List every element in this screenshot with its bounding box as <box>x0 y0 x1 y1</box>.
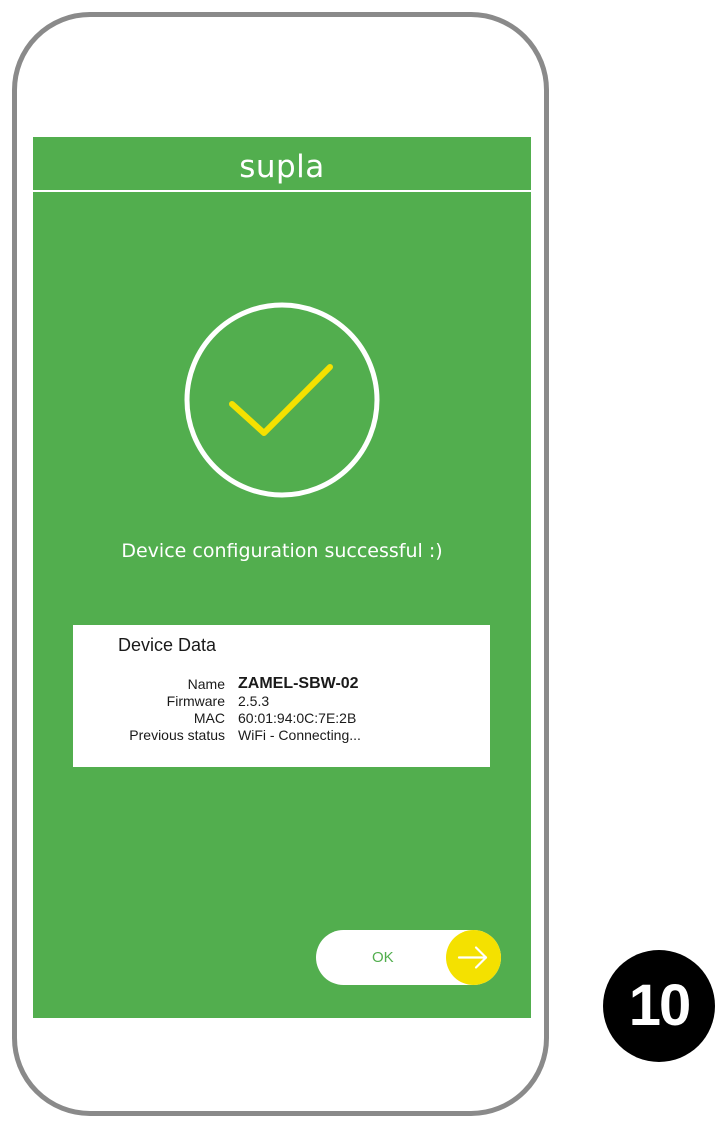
check-circle-icon <box>182 300 382 500</box>
mac-row: MAC 60:01:94:0C:7E:2B <box>73 709 490 726</box>
device-data-title: Device Data <box>118 635 217 655</box>
app-title: supla <box>239 149 325 185</box>
device-name-value: ZAMEL-SBW-02 <box>238 674 359 692</box>
previous-status-value: WiFi - Connecting... <box>238 726 361 743</box>
firmware-label: Firmware <box>166 692 225 709</box>
step-number-badge: 10 <box>603 950 715 1062</box>
app-screen: supla Device configuration successful :)… <box>33 137 531 1018</box>
previous-status-label: Previous status <box>129 726 225 743</box>
device-data-rows: Name ZAMEL-SBW-02 Firmware 2.5.3 MAC 60:… <box>73 675 490 743</box>
mac-label: MAC <box>193 709 225 726</box>
device-name-label: Name <box>187 675 225 692</box>
firmware-row: Firmware 2.5.3 <box>73 692 490 709</box>
arrow-right-icon[interactable] <box>446 930 501 985</box>
previous-status-row: Previous status WiFi - Connecting... <box>73 726 490 743</box>
device-data-card: Device Data Name ZAMEL-SBW-02 Firmware 2… <box>73 625 490 767</box>
ok-button-label: OK <box>372 949 394 966</box>
mac-value: 60:01:94:0C:7E:2B <box>238 709 357 726</box>
success-message: Device configuration successful :) <box>121 540 443 562</box>
firmware-value: 2.5.3 <box>238 692 270 709</box>
ok-button[interactable]: OK <box>316 930 501 985</box>
header-divider <box>33 190 531 192</box>
device-name-row: Name ZAMEL-SBW-02 <box>73 675 490 692</box>
